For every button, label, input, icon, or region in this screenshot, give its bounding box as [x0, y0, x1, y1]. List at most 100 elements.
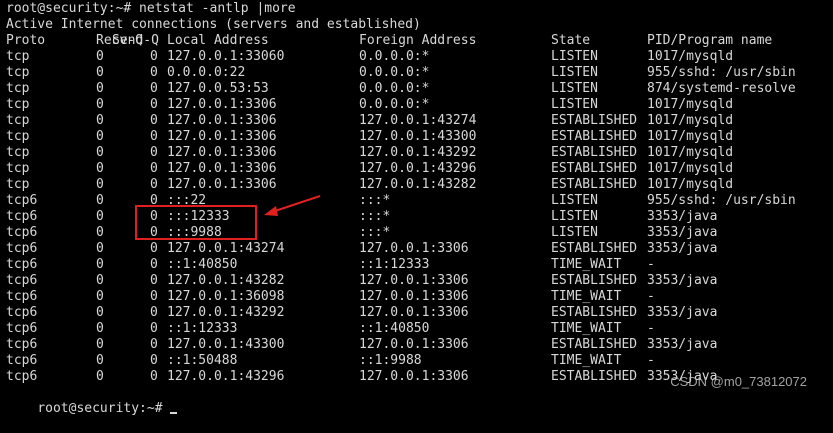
cell-proto: tcp6	[6, 305, 38, 320]
highlight-box	[135, 205, 257, 240]
cell-recv-q: 0	[96, 177, 104, 192]
header-state: State	[551, 33, 591, 48]
cell-foreign-address: 0.0.0.0:*	[359, 49, 430, 64]
header-pid-program: PID/Program name	[647, 33, 773, 48]
cell-send-q: 0	[150, 289, 158, 304]
table-row: tcp6 0 0 127.0.0.1:36098 127.0.0.1:3306 TIME_…	[6, 289, 833, 305]
table-row: tcp 0 0 127.0.0.1:3306 127.0.0.1:43292 ESTABL…	[6, 145, 833, 161]
terminal-window[interactable]: root@security:~# netstat -antlp |more Ac…	[6, 1, 833, 416]
cell-foreign-address: ::1:9988	[359, 353, 422, 368]
table-row: tcp6 0 0:::12333:::* LISTEN 3353/java	[6, 209, 833, 225]
output-subtitle: Active Internet connections (servers and…	[6, 17, 421, 32]
command-line: root@security:~# netstat -antlp |more	[6, 1, 296, 16]
cell-foreign-address: :::*	[359, 209, 391, 224]
cell-recv-q: 0	[96, 321, 104, 336]
cell-state: LISTEN	[551, 49, 598, 64]
table-row: tcp6 0 0 127.0.0.1:43300 127.0.0.1:3306 ESTAB…	[6, 337, 833, 353]
cell-state: ESTABLISHED	[551, 273, 638, 288]
table-row: tcp 0 0 0.0.0.0:22 0.0.0.0:* LISTEN 955/sshd: …	[6, 65, 833, 81]
cell-send-q: 0	[150, 161, 158, 176]
cell-recv-q: 0	[96, 65, 104, 80]
header-local-address: Local Address	[167, 33, 269, 48]
cell-proto: tcp6	[6, 353, 38, 368]
cell-recv-q: 0	[96, 49, 104, 64]
cell-proto: tcp	[6, 129, 30, 144]
cell-pid-program: 1017/mysqld	[647, 161, 734, 176]
cell-state: LISTEN	[551, 209, 598, 224]
cell-proto: tcp	[6, 65, 30, 80]
cell-send-q: 0	[150, 257, 158, 272]
cell-send-q: 0	[150, 353, 158, 368]
cell-recv-q: 0	[96, 241, 104, 256]
cell-proto: tcp	[6, 177, 30, 192]
cell-recv-q: 0	[96, 225, 104, 240]
cell-proto: tcp6	[6, 225, 38, 240]
cell-local-address: 127.0.0.1:43282	[167, 273, 285, 288]
cell-state: TIME_WAIT	[551, 353, 622, 368]
table-row: tcp 0 0 127.0.0.1:3306 127.0.0.1:43300 ESTABL…	[6, 129, 833, 145]
cell-state: ESTABLISHED	[551, 145, 638, 160]
table-row: tcp 0 0 127.0.0.1:33060 0.0.0.0:* LISTEN 1017/…	[6, 49, 833, 65]
cell-foreign-address: 127.0.0.1:3306	[359, 369, 469, 384]
cell-state: ESTABLISHED	[551, 113, 638, 128]
cell-send-q: 0	[150, 177, 158, 192]
cell-foreign-address: ::1:12333	[359, 257, 430, 272]
cell-pid-program: 3353/java	[647, 305, 718, 320]
cell-local-address: 127.0.0.53:53	[167, 81, 269, 96]
cell-pid-program: -	[647, 321, 655, 336]
cell-foreign-address: ::1:40850	[359, 321, 430, 336]
cell-state: ESTABLISHED	[551, 161, 638, 176]
table-row: tcp 0 0 127.0.0.1:3306 0.0.0.0:* LISTEN 1017/m…	[6, 97, 833, 113]
header-send-q: Send-Q	[112, 33, 159, 48]
cell-state: ESTABLISHED	[551, 337, 638, 352]
cell-proto: tcp6	[6, 321, 38, 336]
cell-pid-program: 1017/mysqld	[647, 129, 734, 144]
cell-local-address: 127.0.0.1:43292	[167, 305, 285, 320]
annotation-arrow-icon	[264, 195, 321, 216]
cell-pid-program: 3353/java	[647, 209, 718, 224]
cell-recv-q: 0	[96, 353, 104, 368]
cell-send-q: 0	[150, 241, 158, 256]
cell-local-address: 127.0.0.1:43296	[167, 369, 285, 384]
cell-state: LISTEN	[551, 97, 598, 112]
cell-state: LISTEN	[551, 225, 598, 240]
table-row: tcp 0 0 127.0.0.1:3306 127.0.0.1:43282 ESTABL…	[6, 177, 833, 193]
cell-pid-program: 3353/java	[647, 337, 718, 352]
cell-local-address: 127.0.0.1:36098	[167, 289, 285, 304]
cell-local-address: 127.0.0.1:33060	[167, 49, 285, 64]
table-row: tcp6 0 0::1:50488::1:9988 TIME_WAIT -	[6, 353, 833, 369]
cell-foreign-address: 127.0.0.1:3306	[359, 337, 469, 352]
cell-foreign-address: 127.0.0.1:43282	[359, 177, 477, 192]
cell-state: TIME_WAIT	[551, 257, 622, 272]
cell-pid-program: 1017/mysqld	[647, 177, 734, 192]
cell-proto: tcp	[6, 161, 30, 176]
cell-local-address: 127.0.0.1:3306	[167, 129, 277, 144]
cell-proto: tcp6	[6, 273, 38, 288]
cell-pid-program: 1017/mysqld	[647, 49, 734, 64]
cell-foreign-address: 0.0.0.0:*	[359, 97, 430, 112]
cell-local-address: ::1:12333	[167, 321, 238, 336]
table-header: Proto Recv-Q Send-Q Local Address Foreig…	[6, 33, 833, 49]
cell-proto: tcp	[6, 145, 30, 160]
cell-foreign-address: 127.0.0.1:43296	[359, 161, 477, 176]
cell-recv-q: 0	[96, 369, 104, 384]
cell-state: TIME_WAIT	[551, 321, 622, 336]
prompt-text: root@security:~#	[37, 401, 171, 416]
table-row: tcp 0 0 127.0.0.53:53 0.0.0.0:* LISTEN 874/sys…	[6, 81, 833, 97]
cell-foreign-address: :::*	[359, 225, 391, 240]
cell-foreign-address: 127.0.0.1:43292	[359, 145, 477, 160]
cell-proto: tcp	[6, 49, 30, 64]
cell-proto: tcp6	[6, 241, 38, 256]
cell-state: ESTABLISHED	[551, 241, 638, 256]
cell-foreign-address: :::*	[359, 193, 391, 208]
cell-recv-q: 0	[96, 257, 104, 272]
cell-pid-program: 955/sshd: /usr/sbin	[647, 65, 796, 80]
cell-proto: tcp6	[6, 209, 38, 224]
cell-proto: tcp6	[6, 337, 38, 352]
cell-state: TIME_WAIT	[551, 289, 622, 304]
cell-recv-q: 0	[96, 145, 104, 160]
table-row: tcp6 0 0 127.0.0.1:43282 127.0.0.1:3306 ESTAB…	[6, 273, 833, 289]
cell-pid-program: 3353/java	[647, 273, 718, 288]
cell-send-q: 0	[150, 305, 158, 320]
cell-foreign-address: 127.0.0.1:3306	[359, 273, 469, 288]
